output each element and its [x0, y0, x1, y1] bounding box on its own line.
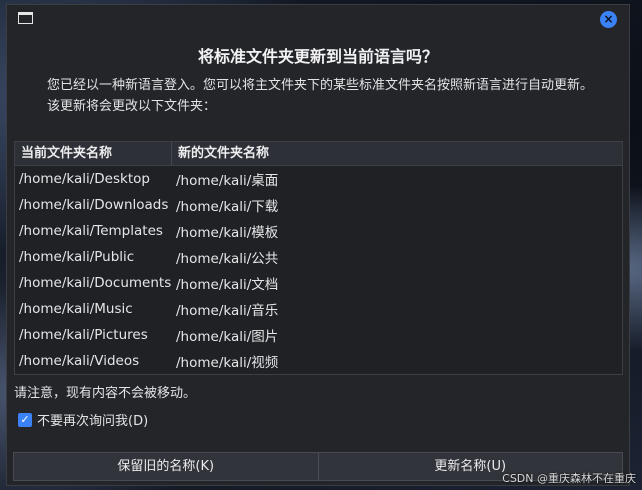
title-bar[interactable]: × — [7, 5, 629, 33]
new-folder-cell: /home/kali/桌面 — [176, 173, 279, 189]
table-row[interactable]: /home/kali/Desktop /home/kali/桌面 — [15, 166, 622, 192]
new-folder-cell: /home/kali/音乐 — [176, 303, 279, 319]
new-folder-cell: /home/kali/文档 — [176, 277, 279, 293]
new-folder-cell: /home/kali/下载 — [176, 199, 279, 215]
table-row[interactable]: /home/kali/Documents /home/kali/文档 — [15, 270, 622, 296]
current-folder-cell: /home/kali/Desktop — [19, 171, 150, 187]
table-row[interactable]: /home/kali/Templates /home/kali/模板 — [15, 218, 622, 244]
column-header-new[interactable]: 新的文件夹名称 — [172, 142, 622, 165]
dont-ask-again-option[interactable]: ✓ 不要再次询问我(D) — [18, 410, 148, 429]
table-row[interactable]: /home/kali/Downloads /home/kali/下载 — [15, 192, 622, 218]
new-folder-cell: /home/kali/公共 — [176, 251, 279, 267]
table-row[interactable]: /home/kali/Pictures /home/kali/图片 — [15, 322, 622, 348]
window-icon — [18, 12, 33, 24]
keep-old-names-button[interactable]: 保留旧的名称(K) — [13, 452, 319, 481]
current-folder-cell: /home/kali/Public — [19, 249, 135, 265]
update-folders-dialog: × 将标准文件夹更新到当前语言吗？ 您已经以一种新语言登入。您可以将主文件夹下的… — [6, 4, 630, 486]
table-body: /home/kali/Desktop /home/kali/桌面 /home/k… — [15, 166, 622, 374]
new-folder-cell: /home/kali/视频 — [176, 355, 279, 371]
close-icon[interactable]: × — [600, 11, 617, 28]
table-header: 当前文件夹名称 新的文件夹名称 — [15, 142, 622, 166]
new-folder-cell: /home/kali/图片 — [176, 329, 279, 345]
current-folder-cell: /home/kali/Templates — [19, 223, 163, 239]
dont-ask-again-checkbox[interactable]: ✓ — [18, 412, 32, 427]
dialog-message: 您已经以一种新语言登入。您可以将主文件夹下的某些标准文件夹名按照新语言进行自动更… — [47, 78, 594, 114]
current-folder-cell: /home/kali/Downloads — [19, 197, 169, 213]
dialog-heading: 将标准文件夹更新到当前语言吗？ — [197, 47, 438, 66]
table-row[interactable]: /home/kali/Music /home/kali/音乐 — [15, 296, 622, 322]
current-folder-cell: /home/kali/Documents — [19, 275, 172, 291]
dont-ask-again-label[interactable]: 不要再次询问我(D) — [37, 410, 148, 429]
watermark: CSDN @重庆森林不在重庆 — [502, 472, 636, 485]
column-header-current[interactable]: 当前文件夹名称 — [15, 142, 172, 165]
notice-text: 请注意，现有内容不会被移动。 — [14, 386, 197, 401]
current-folder-cell: /home/kali/Pictures — [19, 327, 148, 343]
current-folder-cell: /home/kali/Videos — [19, 353, 140, 369]
table-row[interactable]: /home/kali/Videos /home/kali/视频 — [15, 348, 622, 374]
folder-table: 当前文件夹名称 新的文件夹名称 /home/kali/Desktop /home… — [14, 141, 623, 375]
current-folder-cell: /home/kali/Music — [19, 301, 133, 317]
new-folder-cell: /home/kali/模板 — [176, 225, 279, 241]
table-row[interactable]: /home/kali/Public /home/kali/公共 — [15, 244, 622, 270]
